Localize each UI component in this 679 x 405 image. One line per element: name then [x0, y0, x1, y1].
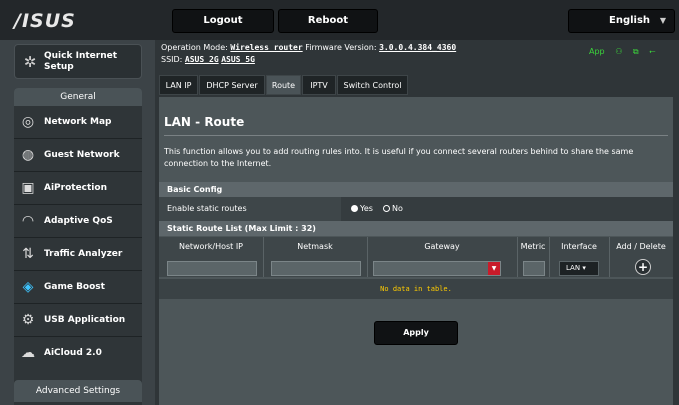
radio-unchecked-icon	[383, 205, 390, 212]
radio-yes[interactable]: Yes	[351, 204, 373, 213]
netmask-input[interactable]	[271, 261, 361, 276]
metric-input[interactable]	[523, 261, 545, 276]
usb-icon: ⚙	[21, 312, 35, 328]
sidebar: ✲ Quick Internet Setup General ◎ Network…	[0, 40, 155, 405]
column-divider	[517, 237, 518, 277]
col-metric: Metric	[520, 242, 546, 251]
column-divider	[549, 237, 550, 277]
no-data-message: No data in table.	[159, 279, 673, 299]
sidebar-item-game-boost[interactable]: ◈ Game Boost	[14, 271, 142, 304]
asus-logo: /ISUS	[14, 10, 76, 32]
route-input-row: ▼ LAN ▾ +	[159, 257, 673, 277]
firmware-link[interactable]: 3.0.0.4.384_4360	[379, 43, 456, 52]
radio-no[interactable]: No	[383, 204, 403, 213]
language-select[interactable]: English ▼	[568, 9, 675, 33]
copy-icon[interactable]: ⧉	[633, 47, 639, 56]
sidebar-item-label: Network Map	[44, 117, 112, 127]
column-divider	[609, 237, 610, 277]
tab-dhcp-server[interactable]: DHCP Server	[199, 75, 265, 95]
ssid-2g-link[interactable]: ASUS_2G	[185, 55, 219, 64]
sidebar-item-adaptive-qos[interactable]: ◠ Adaptive QoS	[14, 205, 142, 238]
tab-route[interactable]: Route	[266, 75, 301, 95]
logout-button[interactable]: Logout	[172, 9, 274, 33]
reboot-button[interactable]: Reboot	[278, 9, 378, 33]
lock-icon: ▣	[21, 180, 35, 196]
tab-switch-control[interactable]: Switch Control	[337, 75, 408, 95]
col-interface: Interface	[561, 242, 597, 251]
app-link[interactable]: App	[589, 47, 605, 56]
status-info: Operation Mode: Wireless router Firmware…	[161, 42, 456, 66]
column-divider	[263, 237, 264, 277]
col-gateway: Gateway	[424, 242, 460, 251]
radio-checked-icon	[351, 205, 358, 212]
sidebar-item-traffic-analyzer[interactable]: ⇅ Traffic Analyzer	[14, 238, 142, 271]
sidebar-item-label: Game Boost	[44, 282, 105, 292]
sidebar-item-usb-application[interactable]: ⚙ USB Application	[14, 304, 142, 337]
column-divider	[367, 237, 368, 277]
sidebar-item-network-map[interactable]: ◎ Network Map	[14, 106, 142, 139]
gamepad-icon: ◈	[22, 279, 34, 295]
sidebar-item-label: Adaptive QoS	[44, 216, 113, 226]
sidebar-item-label: AiCloud 2.0	[44, 348, 102, 358]
gateway-input[interactable]: ▼	[373, 261, 501, 276]
sidebar-item-label: USB Application	[44, 315, 126, 325]
quick-internet-setup-button[interactable]: ✲ Quick Internet Setup	[14, 44, 142, 79]
page-title: LAN - Route	[164, 115, 245, 129]
usb-status-icon[interactable]: ⭠	[649, 47, 655, 56]
static-route-list-heading: Static Route List (Max Limit : 32)	[159, 221, 673, 236]
general-heading: General	[14, 88, 142, 106]
firmware-label: Firmware Version:	[305, 43, 377, 52]
col-netmask: Netmask	[297, 242, 333, 251]
op-mode-label: Operation Mode:	[161, 43, 228, 52]
main-panel: Operation Mode: Wireless router Firmware…	[155, 40, 679, 405]
sidebar-item-label: AiProtection	[44, 183, 107, 193]
basic-config-heading: Basic Config	[159, 182, 673, 197]
advanced-settings-heading: Advanced Settings	[14, 380, 142, 402]
language-label: English	[609, 15, 651, 26]
gateway-dropdown-icon[interactable]: ▼	[488, 262, 500, 275]
sidebar-item-label: Traffic Analyzer	[44, 249, 123, 259]
network-map-icon: ◎	[21, 114, 35, 130]
content-area: LAN - Route This function allows you to …	[159, 97, 673, 405]
enable-static-label: Enable static routes	[167, 204, 247, 213]
cloud-icon: ☁	[21, 345, 35, 361]
user-icon[interactable]: ⚇	[615, 47, 622, 56]
sidebar-item-label: Guest Network	[44, 150, 120, 160]
tab-lan-ip[interactable]: LAN IP	[159, 75, 198, 95]
route-table-header: Network/Host IP Netmask Gateway Metric I…	[159, 237, 673, 257]
sidebar-item-guest-network[interactable]: ◍ Guest Network	[14, 139, 142, 172]
ssid-label: SSID:	[161, 55, 183, 64]
guest-network-icon: ◍	[21, 147, 35, 163]
col-add-delete: Add / Delete	[616, 242, 666, 251]
traffic-icon: ⇅	[22, 246, 34, 262]
general-menu: General ◎ Network Map ◍ Guest Network ▣ …	[14, 88, 142, 405]
chevron-down-icon: ▼	[659, 16, 666, 25]
status-icons: App ⚇ ⧉ ⭠	[589, 47, 664, 57]
op-mode-link[interactable]: Wireless router	[230, 43, 302, 52]
wand-icon: ✲	[23, 53, 37, 71]
quick-setup-label: Quick Internet Setup	[44, 51, 118, 72]
col-network-host-ip: Network/Host IP	[178, 242, 244, 251]
network-host-ip-input[interactable]	[167, 261, 257, 276]
title-divider	[164, 135, 668, 136]
enable-static-value-cell: Yes No	[341, 197, 673, 221]
tab-iptv[interactable]: IPTV	[302, 75, 336, 95]
ssid-5g-link[interactable]: ASUS_5G	[221, 55, 255, 64]
top-bar: /ISUS Logout Reboot English ▼	[0, 0, 679, 40]
sidebar-item-aicloud[interactable]: ☁ AiCloud 2.0	[14, 337, 142, 370]
radio-yes-label: Yes	[360, 204, 373, 213]
page-description: This function allows you to add routing …	[164, 147, 634, 168]
radio-no-label: No	[392, 204, 403, 213]
add-route-button[interactable]: +	[635, 259, 651, 275]
apply-button[interactable]: Apply	[374, 321, 458, 345]
interface-value: LAN	[566, 264, 581, 272]
gauge-icon: ◠	[21, 213, 35, 229]
enable-static-row: Enable static routes Yes No	[159, 197, 673, 221]
sidebar-item-aiprotection[interactable]: ▣ AiProtection	[14, 172, 142, 205]
interface-select[interactable]: LAN ▾	[559, 261, 599, 276]
